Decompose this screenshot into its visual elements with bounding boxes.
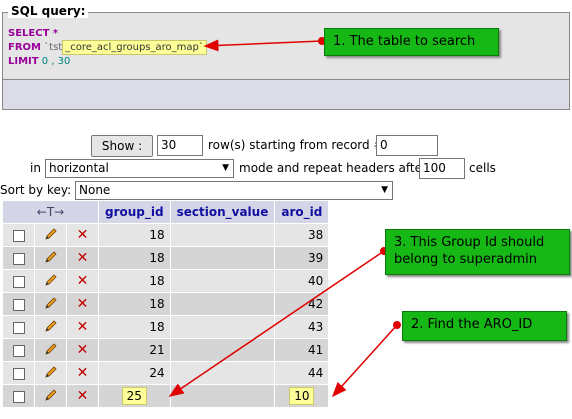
arrow-to-table-name (203, 39, 323, 52)
annotation-arrows (168, 37, 401, 398)
callout-table: 1. The table to search (324, 28, 499, 56)
arrow-to-aro-id (331, 324, 398, 398)
callout-aro-id: 2. Find the ARO_ID (402, 311, 567, 341)
arrow-dot-2 (393, 321, 401, 329)
callout-group-id: 3. This Group Id should belong to supera… (385, 229, 570, 275)
